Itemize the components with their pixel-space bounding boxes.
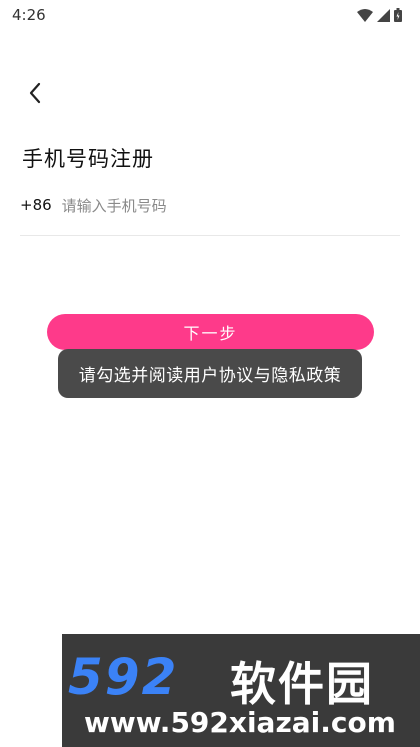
country-code[interactable]: +86 bbox=[20, 196, 52, 214]
battery-icon bbox=[394, 7, 402, 26]
watermark-logo-number: 592 bbox=[68, 648, 179, 706]
next-button[interactable]: 下一步 bbox=[47, 314, 374, 350]
phone-field-row: +86 bbox=[20, 186, 400, 236]
signal-icon bbox=[377, 7, 390, 26]
status-icons bbox=[357, 7, 402, 26]
wifi-icon bbox=[357, 7, 373, 26]
phone-input[interactable] bbox=[61, 196, 362, 215]
toast-message: 请勾选并阅读用户协议与隐私政策 bbox=[58, 349, 362, 398]
chevron-left-icon bbox=[28, 82, 42, 108]
page-title: 手机号码注册 bbox=[22, 147, 154, 171]
back-button[interactable] bbox=[20, 80, 50, 110]
watermark-logo: 592 软件园 www.592xiazai.com bbox=[62, 634, 420, 747]
status-bar: 4:26 bbox=[0, 0, 420, 30]
watermark-url: www.592xiazai.com bbox=[84, 706, 396, 739]
watermark-logo-text: 软件园 bbox=[230, 657, 374, 711]
status-time: 4:26 bbox=[12, 6, 46, 24]
